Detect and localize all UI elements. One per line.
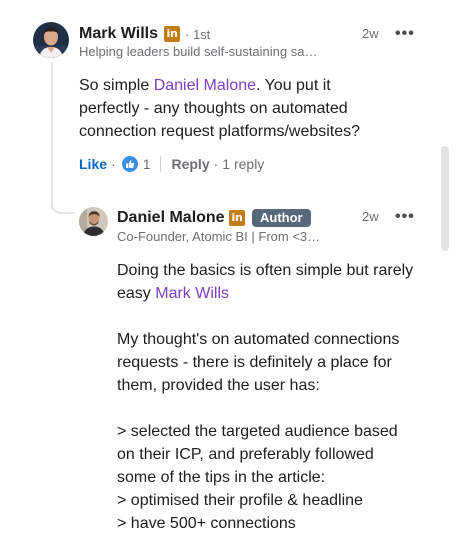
- like-reaction-icon[interactable]: [121, 156, 138, 172]
- reply-button[interactable]: Reply: [171, 156, 209, 172]
- mention-link[interactable]: Mark Wills: [155, 285, 229, 302]
- reply-timestamp: 2w: [362, 209, 379, 224]
- reply-text-p1: Doing the basics is often simple but rar…: [117, 259, 417, 305]
- mention-link[interactable]: Daniel Malone: [154, 77, 256, 94]
- reply-text-p3: > selected the targeted audience based o…: [117, 423, 398, 486]
- reply-text-p2: My thought's on automated connections re…: [117, 331, 400, 394]
- comment-text-start: So simple: [79, 77, 154, 94]
- avatar-photo: [79, 207, 108, 236]
- avatar-photo: [33, 22, 69, 58]
- more-options-icon[interactable]: •••: [395, 26, 415, 42]
- thread-line: [51, 62, 53, 210]
- reply-author-headline[interactable]: Co-Founder, Atomic BI | From <3…: [117, 229, 320, 244]
- like-count[interactable]: 1: [143, 156, 151, 172]
- reply-text-p4: > optimised their profile & headline: [117, 492, 363, 509]
- linkedin-premium-icon: in: [164, 26, 180, 42]
- reply-avatar[interactable]: [79, 207, 108, 236]
- reply-count[interactable]: 1 reply: [222, 156, 264, 172]
- connection-degree: · 1st: [185, 27, 211, 42]
- comment-actions: Like · 1 Reply · 1 reply: [79, 155, 264, 173]
- avatar[interactable]: [33, 22, 69, 58]
- like-button[interactable]: Like: [79, 156, 107, 172]
- reply-text-p5: > have 500+ connections: [117, 515, 296, 532]
- commenter-name[interactable]: Mark Wills: [79, 25, 158, 43]
- reply-author-name[interactable]: Daniel Malone: [117, 209, 225, 227]
- action-divider: [160, 156, 162, 172]
- commenter-headline[interactable]: Helping leaders build self-sustaining sa…: [79, 44, 317, 59]
- scrollbar-thumb[interactable]: [441, 146, 449, 251]
- separator-dot: ·: [213, 156, 219, 172]
- reply-more-options-icon[interactable]: •••: [395, 209, 415, 225]
- separator-dot: ·: [111, 156, 116, 172]
- thumbs-up-icon: [125, 160, 134, 168]
- comment-timestamp: 2w: [362, 26, 379, 41]
- thread-connector: [51, 196, 75, 214]
- author-badge: Author: [252, 209, 311, 227]
- comment-text: So simple Daniel Malone. You put it perf…: [79, 74, 379, 143]
- linkedin-premium-icon: in: [229, 210, 245, 226]
